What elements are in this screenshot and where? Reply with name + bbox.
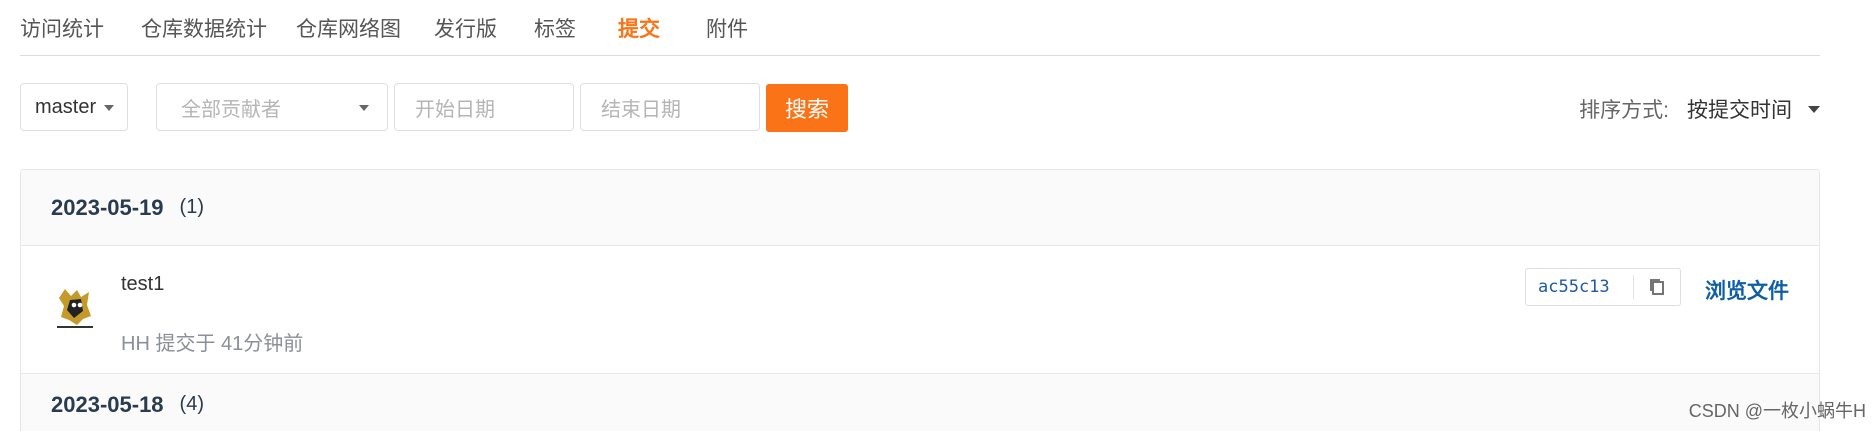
copy-icon	[1650, 279, 1665, 295]
group-date: 2023-05-18	[51, 391, 164, 417]
commit-row: test1 HH 提交于 41分钟前 ac55c13 浏览文件	[21, 246, 1819, 374]
tab-attachments[interactable]: 附件	[706, 13, 748, 43]
avatar-image	[57, 289, 93, 328]
browse-files-link[interactable]: 浏览文件	[1705, 275, 1789, 305]
search-button[interactable]: 搜索	[766, 84, 848, 132]
commit-sha[interactable]: ac55c13	[1526, 277, 1633, 297]
date-group-header: 2023-05-19 (1)	[21, 170, 1819, 246]
csdn-watermark: CSDN @一枚小蜗牛H	[1688, 401, 1866, 421]
tab-tags[interactable]: 标签	[534, 13, 576, 43]
date-group-header: 2023-05-18 (4)	[21, 374, 1819, 431]
repo-tabs: 访问统计 仓库数据统计 仓库网络图 发行版 标签 提交 附件	[20, 0, 1820, 56]
end-date-placeholder: 结束日期	[601, 98, 681, 121]
chevron-down-icon	[1808, 105, 1820, 113]
branch-select[interactable]: master	[20, 83, 128, 131]
group-count: (1)	[179, 196, 204, 218]
filter-bar: master 全部贡献者 开始日期 结束日期 搜索 排序方式: 按提交时间	[20, 83, 1820, 133]
end-date-input[interactable]: 结束日期	[580, 83, 760, 131]
start-date-placeholder: 开始日期	[415, 98, 495, 121]
commit-sha-box: ac55c13	[1525, 268, 1681, 306]
branch-value: master	[35, 95, 97, 118]
chevron-down-icon	[359, 105, 369, 111]
group-date: 2023-05-19	[51, 194, 164, 220]
commit-meta: HH 提交于 41分钟前	[121, 333, 304, 355]
tab-releases[interactable]: 发行版	[434, 13, 497, 43]
commit-title[interactable]: test1	[121, 273, 164, 296]
tab-commits[interactable]: 提交	[618, 13, 660, 43]
tab-repo-network[interactable]: 仓库网络图	[296, 13, 401, 43]
avatar[interactable]	[53, 282, 97, 334]
group-count: (4)	[179, 393, 204, 415]
tab-visit-stats[interactable]: 访问统计	[20, 13, 104, 43]
contributor-placeholder: 全部贡献者	[181, 98, 281, 121]
tab-repo-data-stats[interactable]: 仓库数据统计	[141, 13, 267, 43]
sort-dropdown[interactable]: 排序方式: 按提交时间	[1579, 94, 1820, 124]
sort-value: 按提交时间	[1687, 99, 1792, 122]
chevron-down-icon	[104, 105, 114, 111]
start-date-input[interactable]: 开始日期	[394, 83, 574, 131]
sort-label: 排序方式:	[1579, 99, 1669, 122]
commit-list: 2023-05-19 (1) test1 HH 提交于 41分钟前 ac55c1…	[20, 169, 1820, 431]
page: 访问统计 仓库数据统计 仓库网络图 发行版 标签 提交 附件 master 全部…	[0, 0, 1874, 431]
copy-button[interactable]	[1634, 277, 1680, 297]
contributor-select[interactable]: 全部贡献者	[156, 83, 388, 131]
